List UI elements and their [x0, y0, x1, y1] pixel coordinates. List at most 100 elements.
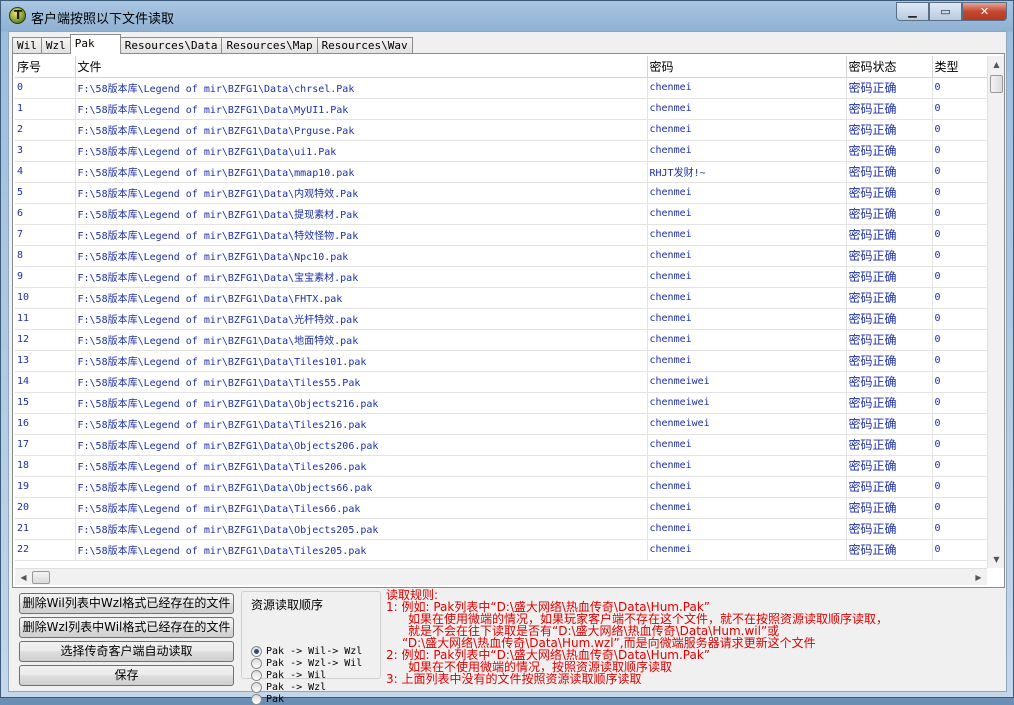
table-row[interactable]: 21 F:\58版本库\Legend of mir\BZFG1\Data\Obje… [15, 518, 987, 540]
cell-password-status: 密码正确 [846, 329, 933, 351]
cell-type: 0 [932, 497, 987, 519]
scroll-right-icon[interactable]: ▶ [970, 569, 987, 586]
cell-type: 0 [932, 518, 987, 540]
cell-file: F:\58版本库\Legend of mir\BZFG1\Data\Tiles2… [75, 413, 648, 435]
table-row[interactable]: 1 F:\58版本库\Legend of mir\BZFG1\Data\MyUI1… [15, 98, 987, 120]
cell-password-status: 密码正确 [846, 413, 933, 435]
table-row[interactable]: 14 F:\58版本库\Legend of mir\BZFG1\Data\Tile… [15, 371, 987, 393]
cell-password-status: 密码正确 [846, 203, 933, 225]
table-row[interactable]: 6 F:\58版本库\Legend of mir\BZFG1\Data\提现素材.… [15, 203, 987, 225]
table-row[interactable]: 8 F:\58版本库\Legend of mir\BZFG1\Data\Npc10… [15, 245, 987, 267]
cell-password-status: 密码正确 [846, 161, 933, 183]
save-button[interactable]: 保存 [19, 665, 234, 686]
column-header-password-status[interactable]: 密码状态 [846, 56, 933, 78]
cell-password: chenmeiwei [647, 413, 847, 435]
maximize-button[interactable]: ▭ [929, 2, 962, 21]
table-row[interactable]: 7 F:\58版本库\Legend of mir\BZFG1\Data\特效怪物.… [15, 224, 987, 246]
cell-type: 0 [932, 203, 987, 225]
table-row[interactable]: 17 F:\58版本库\Legend of mir\BZFG1\Data\Obje… [15, 434, 987, 456]
table-row[interactable]: 2 F:\58版本库\Legend of mir\BZFG1\Data\Prgus… [15, 119, 987, 141]
radio-label: Pak -> Wzl-> Wil [266, 657, 363, 669]
cell-index: 13 [15, 350, 76, 372]
read-order-option[interactable]: Pak -> Wil-> Wzl [251, 645, 362, 657]
scroll-up-icon[interactable]: ▲ [988, 56, 1005, 73]
tab-pak[interactable]: Pak [69, 34, 121, 54]
cell-password: chenmeiwei [647, 371, 847, 393]
read-order-option[interactable]: Pak -> Wzl [251, 681, 326, 693]
read-order-option[interactable]: Pak [251, 693, 284, 705]
table-row[interactable]: 18 F:\58版本库\Legend of mir\BZFG1\Data\Tile… [15, 455, 987, 477]
radio-button[interactable] [251, 681, 262, 693]
read-order-option[interactable]: Pak -> Wzl-> Wil [251, 657, 362, 669]
table-row[interactable]: 9 F:\58版本库\Legend of mir\BZFG1\Data\宝宝素材.… [15, 266, 987, 288]
vertical-scrollbar[interactable]: ▲ ▼ [987, 56, 1004, 568]
delete-wzl-duplicates-button[interactable]: 删除Wzl列表中Wil格式已经存在的文件 [19, 617, 234, 638]
table-row[interactable]: 3 F:\58版本库\Legend of mir\BZFG1\Data\ui1.P… [15, 140, 987, 162]
select-client-button[interactable]: 选择传奇客户端自动读取 [19, 641, 234, 662]
radio-label: Pak -> Wil [266, 669, 327, 681]
table-body: 0 F:\58版本库\Legend of mir\BZFG1\Data\chrse… [15, 77, 987, 561]
cell-password: chenmei [647, 497, 847, 519]
cell-password: chenmei [647, 98, 847, 120]
delete-wil-duplicates-button[interactable]: 删除Wil列表中Wzl格式已经存在的文件 [19, 593, 234, 614]
vertical-scroll-thumb[interactable] [990, 75, 1003, 93]
file-grid: 序号 文件 密码 密码状态 类型 0 F:\58版本库\Legend of mir… [15, 56, 987, 568]
radio-label: Pak -> Wil-> Wzl [266, 645, 363, 657]
cell-file: F:\58版本库\Legend of mir\BZFG1\Data\Object… [75, 434, 648, 456]
cell-index: 2 [15, 119, 76, 141]
table-row[interactable]: 5 F:\58版本库\Legend of mir\BZFG1\Data\内观特效.… [15, 182, 987, 204]
table-row[interactable]: 10 F:\58版本库\Legend of mir\BZFG1\Data\FHTX… [15, 287, 987, 309]
table-row[interactable]: 13 F:\58版本库\Legend of mir\BZFG1\Data\Tile… [15, 350, 987, 372]
window-title: 客户端按照以下文件读取 [31, 12, 175, 27]
scroll-left-icon[interactable]: ◀ [15, 569, 32, 586]
cell-password: chenmei [647, 77, 847, 99]
cell-file: F:\58版本库\Legend of mir\BZFG1\Data\ui1.Pa… [75, 140, 648, 162]
table-row[interactable]: 11 F:\58版本库\Legend of mir\BZFG1\Data\光杆特效… [15, 308, 987, 330]
close-button[interactable]: ✕ [962, 2, 1007, 21]
tab-wil[interactable]: Wil [12, 37, 42, 54]
read-order-option[interactable]: Pak -> Wil [251, 669, 326, 681]
cell-index: 10 [15, 287, 76, 309]
scroll-down-icon[interactable]: ▼ [988, 551, 1005, 568]
cell-password-status: 密码正确 [846, 266, 933, 288]
table-row[interactable]: 15 F:\58版本库\Legend of mir\BZFG1\Data\Obje… [15, 392, 987, 414]
tab-resources-data[interactable]: Resources\Data [119, 37, 223, 54]
radio-button[interactable] [251, 645, 262, 657]
radio-button[interactable] [251, 693, 262, 705]
cell-password: chenmei [647, 119, 847, 141]
table-row[interactable]: 20 F:\58版本库\Legend of mir\BZFG1\Data\Tile… [15, 497, 987, 519]
tab-resources-map[interactable]: Resources\Map [221, 37, 318, 54]
cell-password: chenmei [647, 182, 847, 204]
cell-file: F:\58版本库\Legend of mir\BZFG1\Data\FHTX.p… [75, 287, 648, 309]
cell-password-status: 密码正确 [846, 140, 933, 162]
cell-index: 14 [15, 371, 76, 393]
column-header-password[interactable]: 密码 [647, 56, 847, 78]
cell-type: 0 [932, 539, 987, 561]
cell-password-status: 密码正确 [846, 98, 933, 120]
column-header-index[interactable]: 序号 [15, 56, 76, 78]
cell-index: 21 [15, 518, 76, 540]
title-bar[interactable]: 客户端按照以下文件读取 ▁ ▭ ✕ [1, 1, 1013, 31]
table-row[interactable]: 19 F:\58版本库\Legend of mir\BZFG1\Data\Obje… [15, 476, 987, 498]
cell-type: 0 [932, 140, 987, 162]
table-row[interactable]: 22 F:\58版本库\Legend of mir\BZFG1\Data\Tile… [15, 539, 987, 561]
minimize-button[interactable]: ▁ [896, 2, 929, 21]
cell-type: 0 [932, 434, 987, 456]
table-row[interactable]: 16 F:\58版本库\Legend of mir\BZFG1\Data\Tile… [15, 413, 987, 435]
radio-button[interactable] [251, 669, 262, 681]
cell-password-status: 密码正确 [846, 539, 933, 561]
radio-button[interactable] [251, 657, 262, 669]
column-header-type[interactable]: 类型 [932, 56, 987, 78]
cell-password-status: 密码正确 [846, 119, 933, 141]
radio-label: Pak [266, 693, 285, 705]
table-row[interactable]: 4 F:\58版本库\Legend of mir\BZFG1\Data\mmap1… [15, 161, 987, 183]
cell-password-status: 密码正确 [846, 287, 933, 309]
table-row[interactable]: 0 F:\58版本库\Legend of mir\BZFG1\Data\chrse… [15, 77, 987, 99]
table-row[interactable]: 12 F:\58版本库\Legend of mir\BZFG1\Data\地面特效… [15, 329, 987, 351]
tab-wzl[interactable]: Wzl [40, 37, 71, 54]
cell-file: F:\58版本库\Legend of mir\BZFG1\Data\Object… [75, 518, 648, 540]
tab-resources-wav[interactable]: Resources\Wav [316, 37, 413, 54]
column-header-file[interactable]: 文件 [75, 56, 648, 78]
horizontal-scroll-thumb[interactable] [32, 571, 50, 584]
horizontal-scrollbar[interactable]: ◀ ▶ [15, 568, 987, 585]
